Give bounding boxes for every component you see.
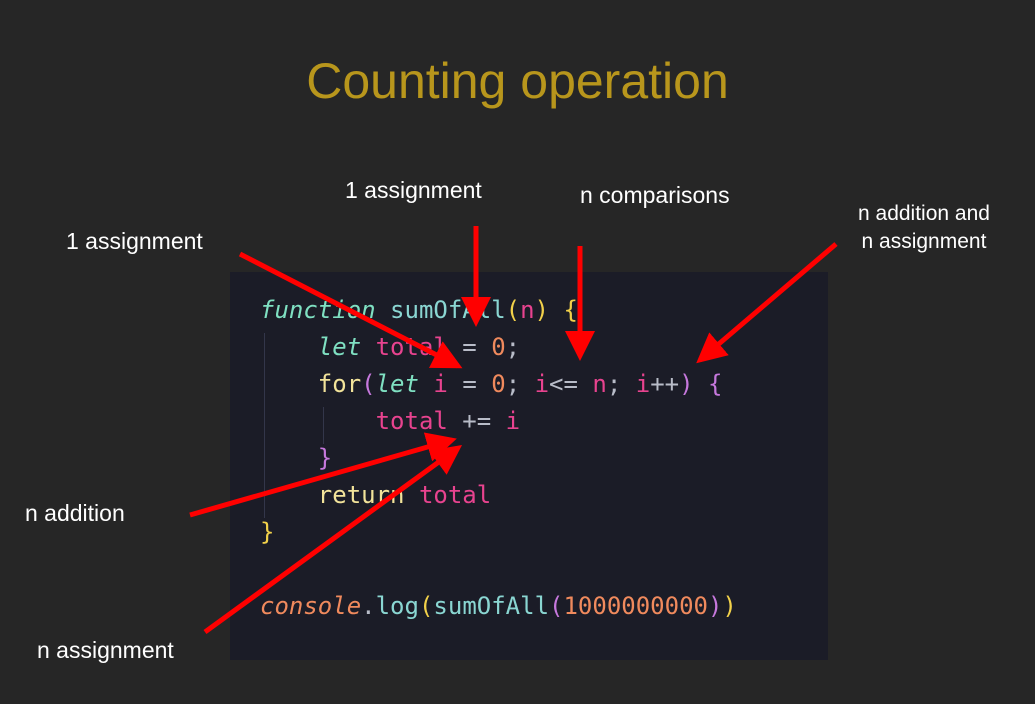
- arrow-increment: [696, 242, 838, 364]
- arrow-addition: [189, 432, 457, 518]
- arrows-layer: [189, 226, 838, 635]
- arrow-assign-total: [238, 251, 463, 369]
